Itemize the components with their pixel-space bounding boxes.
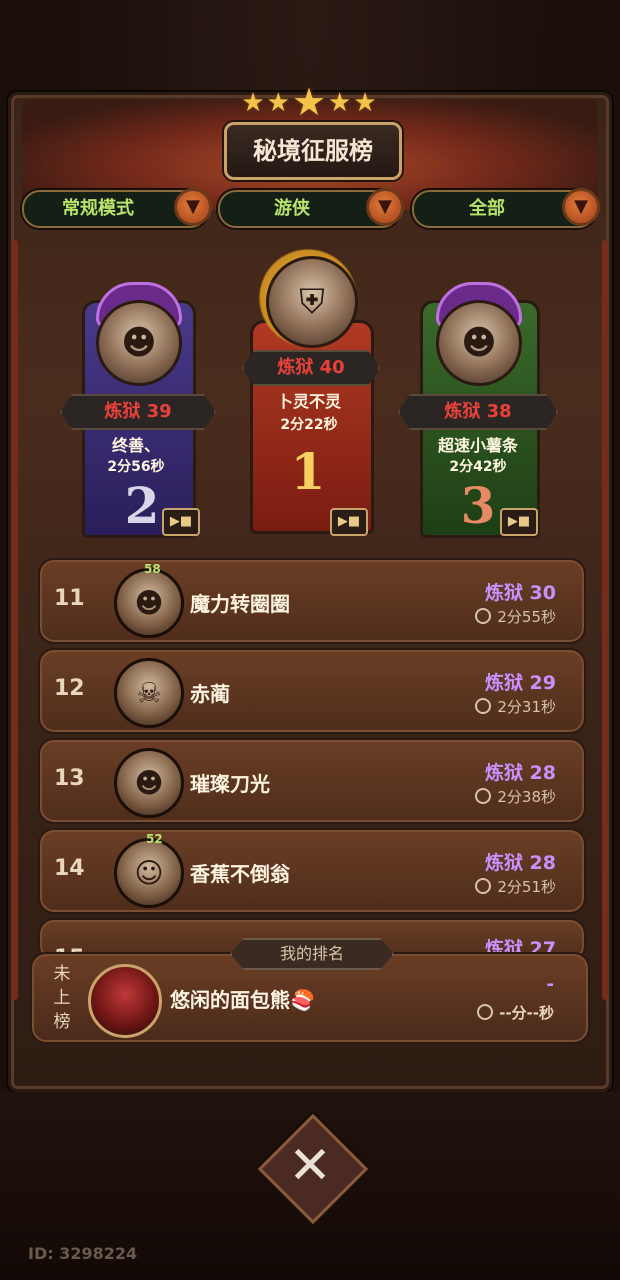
clock-icon: [475, 878, 492, 894]
frame-left-bar: [12, 240, 18, 1000]
podium-first-name: 卜灵不灵: [276, 392, 341, 411]
chevron-down-icon[interactable]: ▼: [174, 188, 212, 226]
difficulty-level: 炼狱 28: [484, 762, 556, 784]
chevron-down-icon[interactable]: ▼: [366, 188, 404, 226]
ghost-icon: ☺: [134, 856, 164, 890]
frame-right-bar: [602, 240, 608, 1000]
rating-stars: ★★★★★: [241, 80, 379, 124]
avatar: [88, 964, 162, 1038]
warrior-icon: ☻: [134, 766, 164, 800]
podium-second-name: 终善、: [111, 436, 160, 455]
my-clear-time-value: --分--秒: [499, 1004, 554, 1022]
difficulty-level: 炼狱 28: [484, 852, 556, 874]
chevron-down-icon[interactable]: ▼: [562, 188, 600, 226]
podium-third-rank: 3: [460, 476, 496, 535]
table-row[interactable]: 14 ☺ 52 香蕉不倒翁 炼狱 28 2分51秒: [38, 828, 586, 914]
video-camera-icon[interactable]: ▶■: [330, 508, 368, 536]
player-name: 赤蔺: [190, 682, 230, 706]
avatar: ☠: [114, 658, 184, 728]
warrior-icon: ☻: [461, 323, 497, 363]
podium-first-rank: 1: [290, 442, 326, 501]
clear-time-value: 2分31秒: [497, 698, 556, 716]
avatar: ☻: [114, 748, 184, 818]
table-row[interactable]: 11 ☻ 58 魔力转圈圈 炼狱 30 2分55秒: [38, 558, 586, 644]
close-x-icon[interactable]: ✕: [274, 1130, 346, 1202]
filter-mode[interactable]: 常规模式 ▼: [22, 188, 212, 228]
clear-time-value: 2分38秒: [497, 788, 556, 806]
clear-time: 2分31秒: [475, 696, 556, 717]
skull-icon: ☠: [136, 676, 162, 710]
podium-second-time: 2分56秒: [107, 459, 165, 475]
clock-icon: [477, 1004, 494, 1020]
rank-number: 12: [54, 676, 85, 701]
podium-first-level: 炼狱 40: [242, 350, 380, 386]
clock-icon: [475, 788, 492, 804]
table-row[interactable]: 13 ☻ 璀璨刀光 炼狱 28 2分38秒: [38, 738, 586, 824]
clear-time: 2分38秒: [475, 786, 556, 807]
avatar: ☻: [114, 568, 184, 638]
difficulty-level: 炼狱 30: [484, 582, 556, 604]
page-title: 秘境征服榜: [224, 122, 402, 180]
podium-second-level: 炼狱 39: [60, 394, 216, 430]
video-camera-icon[interactable]: ▶■: [162, 508, 200, 536]
rank-number: 13: [54, 766, 85, 791]
clear-time: 2分51秒: [475, 876, 556, 897]
avatar: ☺: [114, 838, 184, 908]
warrior-icon: ☻: [121, 323, 157, 363]
level-badge: 58: [144, 562, 161, 576]
my-player-name: 悠闲的面包熊🍣: [170, 988, 315, 1012]
my-rank-status: 未上榜: [53, 964, 71, 1032]
clear-time-value: 2分51秒: [497, 878, 556, 896]
difficulty-level: 炼狱 29: [484, 672, 556, 694]
player-name: 魔力转圈圈: [190, 592, 290, 616]
filter-class[interactable]: 游侠 ▼: [218, 188, 404, 228]
avatar: ☻: [436, 300, 522, 386]
avatar: ☻: [96, 300, 182, 386]
my-difficulty-level: -: [546, 974, 554, 995]
player-name: 香蕉不倒翁: [190, 862, 290, 886]
table-row[interactable]: 12 ☠ 赤蔺 炼狱 29 2分31秒: [38, 648, 586, 734]
clear-time-value: 2分55秒: [497, 608, 556, 626]
rank-number: 11: [54, 586, 85, 611]
filter-scope[interactable]: 全部 ▼: [412, 188, 600, 228]
my-clear-time: --分--秒: [477, 1002, 554, 1023]
avatar: ⛨: [266, 256, 358, 348]
filter-scope-label: 全部: [469, 198, 505, 219]
filter-class-label: 游侠: [274, 198, 310, 219]
filter-mode-label: 常规模式: [62, 198, 134, 219]
player-name: 璀璨刀光: [190, 772, 270, 796]
user-id: ID: 3298224: [28, 1244, 138, 1263]
clear-time: 2分55秒: [475, 606, 556, 627]
podium-first-time: 2分22秒: [280, 417, 338, 433]
podium-third-level: 炼狱 38: [398, 394, 558, 430]
video-camera-icon[interactable]: ▶■: [500, 508, 538, 536]
clock-icon: [475, 608, 492, 624]
clock-icon: [475, 698, 492, 714]
warrior-icon: ☻: [134, 586, 164, 620]
rank-number: 14: [54, 856, 85, 881]
my-rank-label: 我的排名: [230, 938, 394, 970]
level-badge: 52: [146, 832, 163, 846]
knight-helmet-icon: ⛨: [299, 282, 325, 322]
podium-third-time: 2分42秒: [449, 459, 507, 475]
podium-third-name: 超速小薯条: [437, 436, 518, 455]
